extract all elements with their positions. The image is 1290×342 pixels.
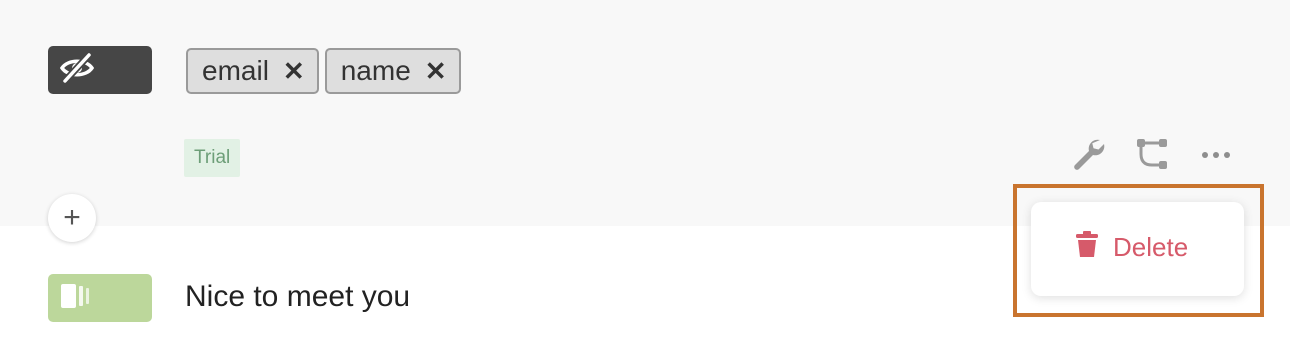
tag-label: name [340,55,411,86]
wrench-icon [1070,136,1106,177]
add-block-button[interactable]: + [48,194,96,242]
settings-button[interactable] [1068,136,1108,176]
tag-email: email ✕ [186,48,319,94]
trash-icon [1075,230,1099,265]
delete-label: Delete [1113,232,1189,262]
tag-name: name ✕ [324,48,461,94]
delete-menu-item[interactable]: Delete [1075,230,1188,265]
tag-remove-button[interactable]: ✕ [425,58,447,84]
more-options-button[interactable] [1196,136,1236,176]
tag-list: email ✕ name ✕ [186,48,461,94]
message-text[interactable]: Nice to meet you [185,280,410,314]
tag-remove-button[interactable]: ✕ [283,58,305,84]
trial-badge: Trial [184,139,241,177]
flow-button[interactable] [1132,136,1172,176]
context-menu: Delete [1031,202,1244,296]
text-block-button[interactable] [48,274,152,322]
tag-label: email [202,55,269,86]
message-block-icon [60,282,92,315]
flow-icon [1134,136,1170,177]
eye-off-icon [59,52,95,88]
more-icon [1201,147,1231,165]
hidden-block-button[interactable] [48,46,152,94]
